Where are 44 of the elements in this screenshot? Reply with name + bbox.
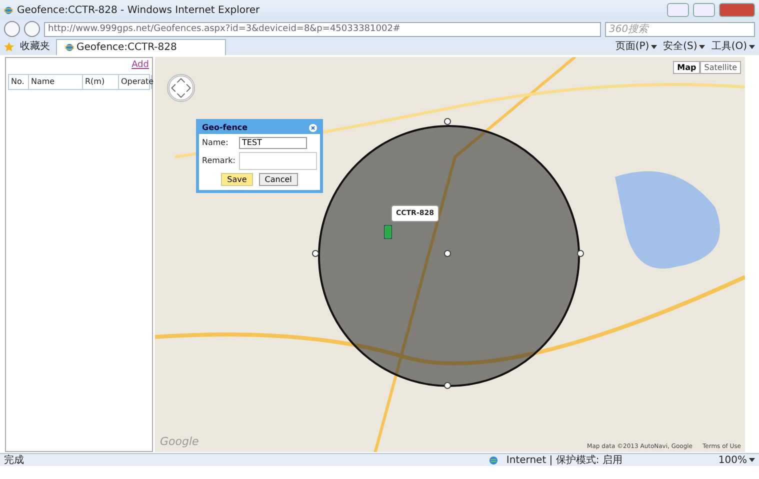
column-header: Name <box>29 74 83 88</box>
status-text: 完成 <box>4 454 24 468</box>
dialog-title: Geo-fence <box>202 122 248 134</box>
address-field[interactable]: http://www.999gps.net/Geofences.aspx?id=3&deviceid=8&p=45033381002# <box>44 22 601 36</box>
caret-icon <box>651 44 658 48</box>
caret-icon <box>749 458 755 462</box>
cancel-button[interactable]: Cancel <box>258 173 298 186</box>
map-logo: Google <box>160 434 199 450</box>
edit-handle[interactable] <box>444 250 451 257</box>
field-label: Remark: <box>202 155 236 167</box>
field-label: Name: <box>202 137 230 149</box>
browser-icon <box>65 42 74 52</box>
star-icon[interactable] <box>4 42 14 52</box>
favorites-button[interactable]: 收藏夹 <box>20 39 50 54</box>
save-button[interactable]: Save <box>221 173 253 186</box>
back-button[interactable] <box>4 21 20 37</box>
zoom-level[interactable]: 100% <box>718 452 755 468</box>
column-header: Operate <box>119 74 152 88</box>
caret-icon <box>749 44 755 48</box>
close-icon[interactable] <box>309 124 317 132</box>
edit-handle[interactable] <box>577 250 584 257</box>
map-type-button[interactable]: Satellite <box>700 61 741 74</box>
add-link[interactable]: Add <box>128 58 152 74</box>
remark-field[interactable] <box>239 152 317 170</box>
edit-handle[interactable] <box>444 118 451 125</box>
column-header: R(m) <box>83 74 119 88</box>
browser-icon <box>4 6 13 14</box>
car-marker-icon[interactable] <box>384 225 392 239</box>
map-type-button[interactable]: Map <box>673 61 700 74</box>
menu-button[interactable]: 工具(O) <box>711 39 755 54</box>
security-zone: Internet | 保护模式: 启用 <box>506 454 622 468</box>
menu-button[interactable]: 页面(P) <box>615 39 658 54</box>
edit-handle[interactable] <box>444 382 451 389</box>
window-title: Geofence:CCTR-828 - Windows Internet Explorer <box>17 4 260 18</box>
forward-button[interactable] <box>24 21 40 37</box>
menu-button[interactable]: 安全(S) <box>663 39 706 54</box>
name-field[interactable]: TEST <box>239 137 307 149</box>
pan-control-icon[interactable] <box>167 74 195 102</box>
globe-icon <box>489 456 498 464</box>
browser-tab[interactable]: Geofence:CCTR-828 <box>56 38 226 54</box>
column-header: No. <box>9 74 29 88</box>
search-field[interactable]: 360搜索 <box>605 22 755 36</box>
edit-handle[interactable] <box>312 250 319 257</box>
caret-icon <box>699 44 706 48</box>
